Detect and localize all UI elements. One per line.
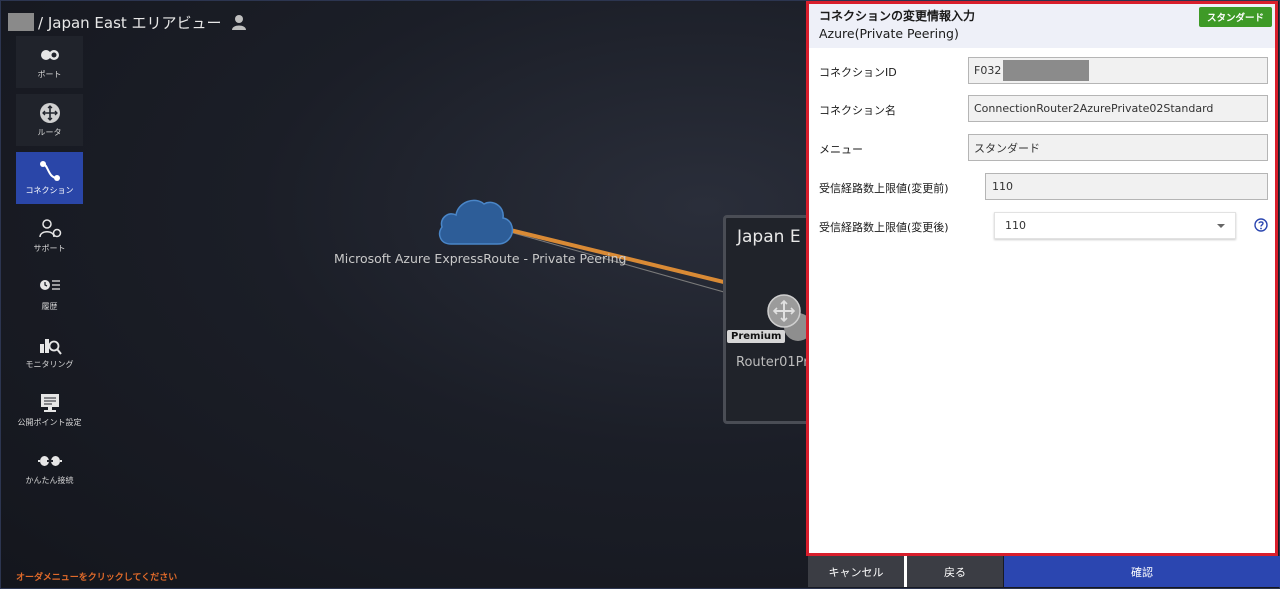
connection-id-label: コネクションID [819, 66, 897, 79]
confirm-button[interactable]: 確認 [1004, 556, 1280, 587]
route-limit-after-row: 受信経路数上限値(変更後) 110 [809, 212, 1275, 240]
connection-id-field: F032 [968, 57, 1268, 84]
route-limit-before-field: 110 [985, 173, 1268, 200]
panel-header: コネクションの変更情報入力 Azure(Private Peering) スタン… [809, 4, 1275, 48]
route-limit-after-label: 受信経路数上限値(変更後) [819, 221, 949, 234]
connection-edit-panel: コネクションの変更情報入力 Azure(Private Peering) スタン… [806, 1, 1278, 556]
cancel-button[interactable]: キャンセル [808, 556, 904, 587]
plan-badge: スタンダード [1198, 7, 1272, 27]
masked-id [1003, 60, 1090, 81]
back-button[interactable]: 戻る [907, 556, 1003, 587]
route-limit-before-row: 受信経路数上限値(変更前) 110 [809, 173, 1275, 201]
connection-name-field: ConnectionRouter2AzurePrivate02Standard [968, 95, 1268, 122]
help-icon[interactable] [1254, 218, 1268, 232]
menu-field: スタンダード [968, 134, 1268, 161]
azure-cloud-icon[interactable] [437, 196, 515, 248]
connection-name-row: コネクション名 ConnectionRouter2AzurePrivate02S… [809, 95, 1275, 123]
menu-row: メニュー スタンダード [809, 134, 1275, 162]
route-limit-after-select[interactable]: 110 [994, 212, 1236, 239]
premium-badge: Premium [727, 330, 786, 343]
connection-lines [509, 228, 806, 316]
route-limit-after-value: 110 [1005, 219, 1026, 232]
network-diagram: Microsoft Azure ExpressRoute - Private P… [0, 0, 823, 589]
connection-id-value: F032 [974, 64, 1002, 77]
panel-title: コネクションの変更情報入力 [819, 9, 976, 23]
router-label: Router01Pr [736, 355, 809, 370]
area-box-title: Japan E [737, 227, 801, 247]
connection-id-row: コネクションID F032 [809, 57, 1275, 85]
menu-label: メニュー [819, 143, 863, 156]
chevron-down-icon [1217, 223, 1225, 228]
panel-subtitle: Azure(Private Peering) [819, 26, 959, 41]
connection-name-label: コネクション名 [819, 104, 896, 117]
route-limit-before-label: 受信経路数上限値(変更前) [819, 182, 949, 195]
cloud-label: Microsoft Azure ExpressRoute - Private P… [334, 251, 627, 266]
